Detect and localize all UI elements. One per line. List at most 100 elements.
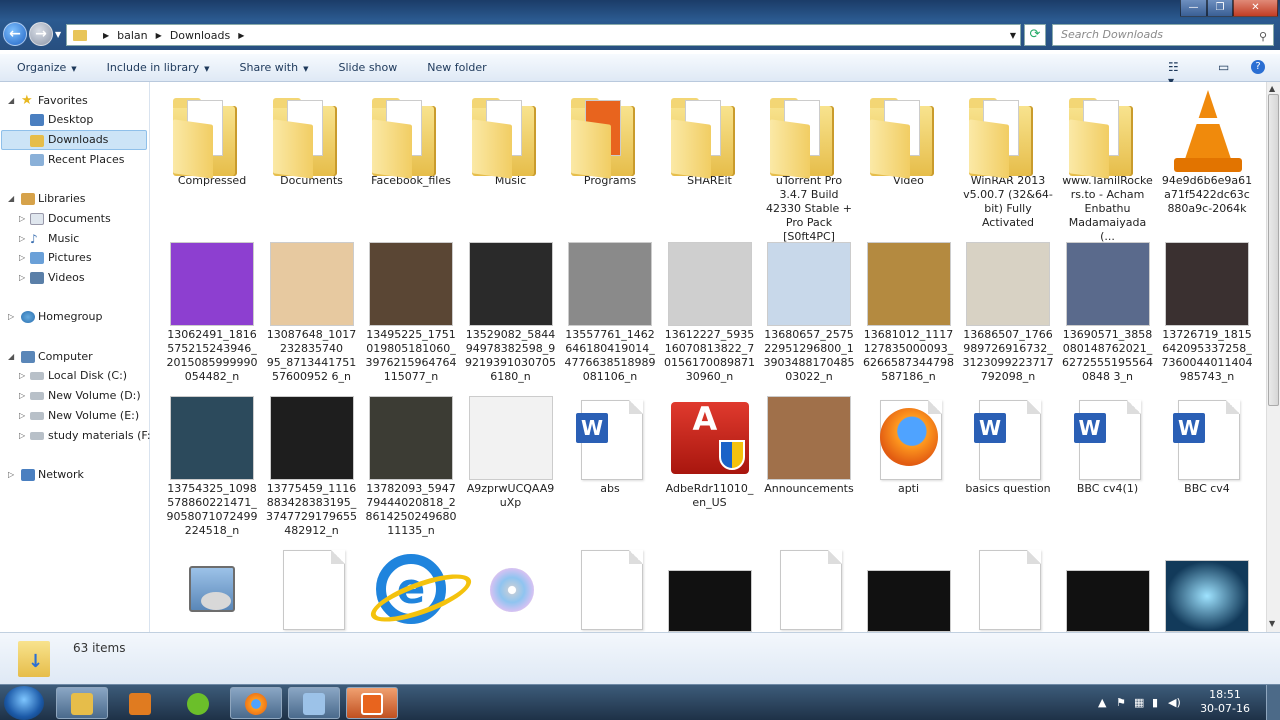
- taskbar-utorrent[interactable]: [172, 687, 224, 719]
- recent-pages-dropdown[interactable]: ▼: [55, 30, 61, 39]
- file-item[interactable]: 13062491_1816575215243946_20150859999900…: [166, 242, 258, 384]
- scroll-down-icon[interactable]: ▼: [1269, 619, 1275, 628]
- file-item[interactable]: 13782093_594779444020818_286142502496801…: [365, 396, 457, 538]
- file-item[interactable]: Video: [863, 88, 955, 188]
- file-item[interactable]: [863, 546, 955, 632]
- breadcrumb-balan[interactable]: balan: [117, 29, 148, 42]
- sidebar-network[interactable]: ▷ Network: [0, 465, 148, 485]
- file-item[interactable]: Wbasics question: [962, 396, 1054, 496]
- sidebar-libraries[interactable]: ◢ Libraries: [0, 189, 148, 209]
- file-item[interactable]: 13690571_3858080148762021_62725551955640…: [1062, 242, 1154, 384]
- collapsed-icon[interactable]: ▷: [19, 386, 25, 406]
- chevron-down-icon[interactable]: ▼: [1010, 31, 1016, 40]
- file-item[interactable]: [266, 546, 358, 632]
- action-center-icon[interactable]: ⚑: [1116, 696, 1126, 709]
- file-item[interactable]: 13529082_584494978382598_992193910307056…: [465, 242, 557, 384]
- file-item[interactable]: 13686507_1766989726916732_31230992237177…: [962, 242, 1054, 384]
- sidebar-item-pictures[interactable]: ▷ Pictures: [0, 248, 148, 268]
- file-item[interactable]: A AdbeRdr11010_en_US: [664, 396, 756, 510]
- volume-icon[interactable]: ◀): [1168, 696, 1181, 709]
- file-item[interactable]: apti: [863, 396, 955, 496]
- collapsed-icon[interactable]: ▷: [19, 406, 25, 426]
- file-item[interactable]: e: [365, 546, 457, 632]
- file-item[interactable]: 13775459_1116883428383195_37477291796554…: [266, 396, 358, 538]
- collapsed-icon[interactable]: ▷: [19, 426, 25, 446]
- taskbar-explorer[interactable]: [56, 687, 108, 719]
- file-item[interactable]: [166, 546, 258, 632]
- sidebar-item-documents[interactable]: ▷ Documents: [0, 209, 148, 229]
- sidebar-item-new-volume-d[interactable]: ▷ New Volume (D:): [0, 386, 148, 406]
- scroll-up-icon[interactable]: ▲: [1269, 84, 1275, 93]
- sidebar-homegroup[interactable]: ▷ Homegroup: [0, 307, 148, 327]
- collapsed-icon[interactable]: ▷: [19, 229, 25, 249]
- network-status-icon[interactable]: ▦: [1134, 696, 1144, 709]
- file-item[interactable]: www.TamilRockers.to - Acham Enbathu Mada…: [1062, 88, 1154, 244]
- file-item[interactable]: W BBC cv4(1): [1062, 396, 1154, 496]
- view-options-icon[interactable]: ☷ ▾: [1168, 60, 1184, 88]
- file-item[interactable]: [664, 546, 756, 632]
- scrollbar-thumb[interactable]: [1268, 94, 1279, 406]
- taskbar-control-panel[interactable]: [288, 687, 340, 719]
- file-item[interactable]: A9zprwUCQAA9uXp: [465, 396, 557, 510]
- search-input[interactable]: Search Downloads ⚲: [1052, 24, 1274, 46]
- file-item[interactable]: 13754325_1098578860221471_90580710724992…: [166, 396, 258, 538]
- file-item[interactable]: [465, 546, 557, 632]
- help-icon[interactable]: ?: [1251, 60, 1265, 74]
- close-button[interactable]: ✕: [1233, 0, 1278, 17]
- sidebar-favorites[interactable]: ◢ ★ Favorites: [0, 91, 148, 111]
- file-item[interactable]: 13726719_1815642095337258_73600440114049…: [1161, 242, 1253, 384]
- search-icon[interactable]: ⚲: [1259, 27, 1267, 47]
- back-button[interactable]: ←: [3, 22, 27, 46]
- taskbar-firefox[interactable]: [230, 687, 282, 719]
- collapsed-icon[interactable]: ▷: [19, 268, 25, 288]
- new-folder-button[interactable]: New folder: [427, 61, 486, 74]
- vertical-scrollbar[interactable]: ▲ ▼: [1266, 82, 1280, 632]
- file-item[interactable]: uTorrent Pro 3.4.7 Build 42330 Stable + …: [763, 88, 855, 244]
- tray-expand-icon[interactable]: ▲: [1098, 696, 1106, 709]
- address-bar[interactable]: ▶ balan ▶ Downloads ▶ ▼: [66, 24, 1021, 46]
- file-item[interactable]: Documents: [266, 88, 358, 188]
- forward-button[interactable]: →: [29, 22, 53, 46]
- taskbar-recorder[interactable]: [346, 687, 398, 719]
- start-button[interactable]: [4, 686, 44, 720]
- file-item[interactable]: 13681012_1117127835000093_62665873447985…: [863, 242, 955, 384]
- collapsed-icon[interactable]: ▷: [19, 248, 25, 268]
- sidebar-item-desktop[interactable]: Desktop: [0, 110, 148, 130]
- sidebar-computer[interactable]: ◢ Computer: [0, 347, 148, 367]
- collapsed-icon[interactable]: ▷: [19, 366, 25, 386]
- file-item[interactable]: 94e9d6b6e9a61a71f5422dc63c880a9c-2064k: [1161, 88, 1253, 216]
- preview-pane-icon[interactable]: ▭: [1218, 60, 1234, 74]
- chevron-right-icon[interactable]: ▶: [238, 31, 244, 40]
- taskbar-media-player[interactable]: [114, 687, 166, 719]
- file-item[interactable]: Music: [465, 88, 557, 188]
- sidebar-item-recent-places[interactable]: Recent Places: [0, 150, 148, 170]
- maximize-button[interactable]: ❐: [1207, 0, 1233, 17]
- slide-show-button[interactable]: Slide show: [338, 61, 397, 74]
- expanded-icon[interactable]: ◢: [8, 189, 14, 209]
- show-desktop-button[interactable]: [1266, 685, 1280, 720]
- file-item[interactable]: [564, 546, 656, 632]
- file-item[interactable]: 13680657_257522951296800_139034881704850…: [763, 242, 855, 384]
- clock[interactable]: 18:51 30-07-16: [1200, 688, 1250, 716]
- chevron-right-icon[interactable]: ▶: [103, 31, 109, 40]
- chevron-right-icon[interactable]: ▶: [156, 31, 162, 40]
- collapsed-icon[interactable]: ▷: [8, 465, 14, 485]
- file-item[interactable]: [1062, 546, 1154, 632]
- share-with-menu[interactable]: Share with ▼: [240, 61, 309, 74]
- collapsed-icon[interactable]: ▷: [19, 209, 25, 229]
- organize-menu[interactable]: Organize ▼: [17, 61, 77, 74]
- sidebar-item-new-volume-e[interactable]: ▷ New Volume (E:): [0, 406, 148, 426]
- file-item[interactable]: [1161, 546, 1253, 632]
- file-item[interactable]: W BBC cv4: [1161, 396, 1253, 496]
- sidebar-item-music[interactable]: ▷ ♪ Music: [0, 229, 148, 249]
- sidebar-item-local-disk-c[interactable]: ▷ Local Disk (C:): [0, 366, 148, 386]
- battery-icon[interactable]: ▮: [1152, 696, 1158, 709]
- file-item[interactable]: SHAREit: [664, 88, 756, 188]
- expanded-icon[interactable]: ◢: [8, 347, 14, 367]
- file-item[interactable]: Announcements: [763, 396, 855, 496]
- file-item[interactable]: Compressed: [166, 88, 258, 188]
- file-item[interactable]: [763, 546, 855, 632]
- include-in-library-menu[interactable]: Include in library ▼: [107, 61, 210, 74]
- refresh-button[interactable]: ⟳: [1024, 24, 1046, 46]
- file-item[interactable]: Facebook_files: [365, 88, 457, 188]
